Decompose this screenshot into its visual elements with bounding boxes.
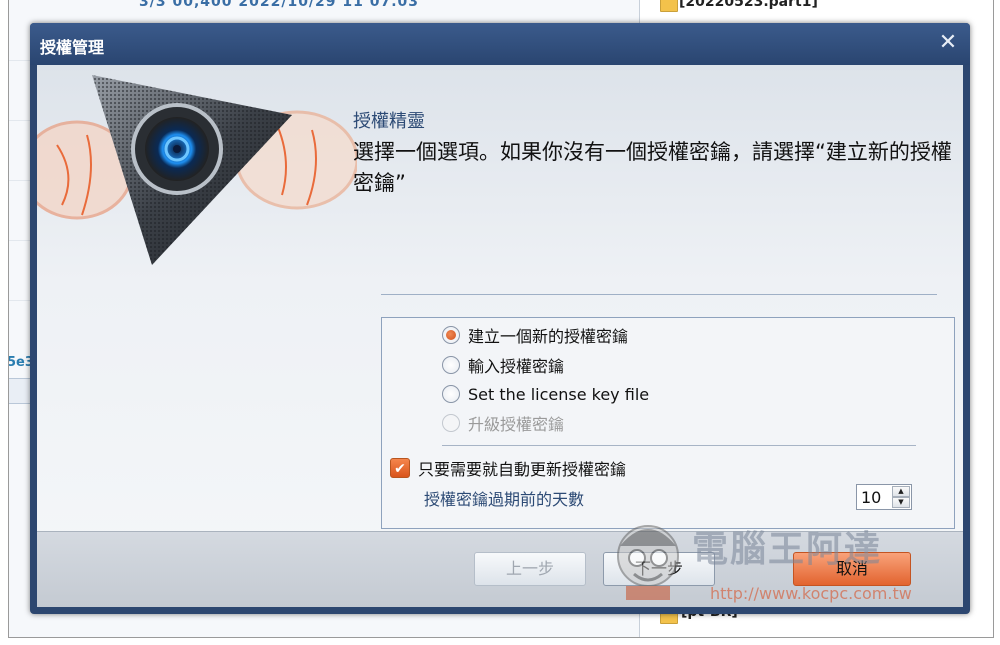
option-upgrade-key: 升級授權密鑰 [442,410,564,436]
option-key-file[interactable]: Set the license key file [442,381,649,407]
button-bar: 上一步 下一步 取消 [37,531,963,607]
days-stepper[interactable]: 10 ▲ ▼ [856,484,912,510]
license-options-group: 建立一個新的授權密鑰 輸入授權密鑰 Set the license key fi… [381,317,955,529]
cancel-button[interactable]: 取消 [793,552,911,586]
option-enter-key[interactable]: 輸入授權密鑰 [442,352,564,378]
option-label: Set the license key file [468,384,650,404]
background-folder-label[interactable]: [20220523.part1] [679,0,818,10]
option-create-new-key[interactable]: 建立一個新的授權密鑰 [442,322,628,348]
back-button[interactable]: 上一步 [474,552,586,586]
folder-icon [660,0,678,12]
option-label: 建立一個新的授權密鑰 [468,327,629,346]
background-row-text: 3/3 00,400 2022/10/29 11 07.03 [139,0,420,10]
checkmark-icon[interactable]: ✔ [390,458,410,478]
option-label: 輸入授權密鑰 [468,357,565,376]
radio-icon[interactable] [442,356,460,374]
dialog-title: 授權管理 [40,38,105,57]
wizard-description: 選擇一個選項。如果你沒有一個授權密鑰，請選擇“建立新的授權密鑰” [353,140,952,195]
license-wizard-logo [37,75,357,265]
divider [381,294,937,295]
days-before-expiry-label: 授權密鑰過期前的天數 [424,490,585,509]
radio-selected-icon[interactable] [442,326,460,344]
auto-update-checkbox[interactable]: ✔ 只要需要就自動更新授權密鑰 [390,455,626,481]
wizard-heading: 授權精靈 [353,111,425,132]
stepper-down-icon[interactable]: ▼ [892,497,910,508]
close-icon[interactable]: ✕ [936,31,960,55]
divider [442,445,916,446]
stepper-up-icon[interactable]: ▲ [892,486,910,497]
radio-disabled-icon [442,414,460,432]
auto-update-label: 只要需要就自動更新授權密鑰 [418,460,627,479]
next-button[interactable]: 下一步 [603,552,715,586]
stepper-buttons: ▲ ▼ [892,486,910,508]
radio-icon[interactable] [442,385,460,403]
license-dialog: 授權管理 ✕ 授權精靈 選擇一個選項。如果你沒有一個授權密鑰，請選擇“建立新的授… [30,23,970,614]
title-bar[interactable]: 授權管理 ✕ [30,23,970,65]
option-label: 升級授權密鑰 [468,415,565,434]
dialog-body: 授權精靈 選擇一個選項。如果你沒有一個授權密鑰，請選擇“建立新的授權密鑰” 建立… [37,65,963,607]
days-value[interactable]: 10 [861,488,881,507]
